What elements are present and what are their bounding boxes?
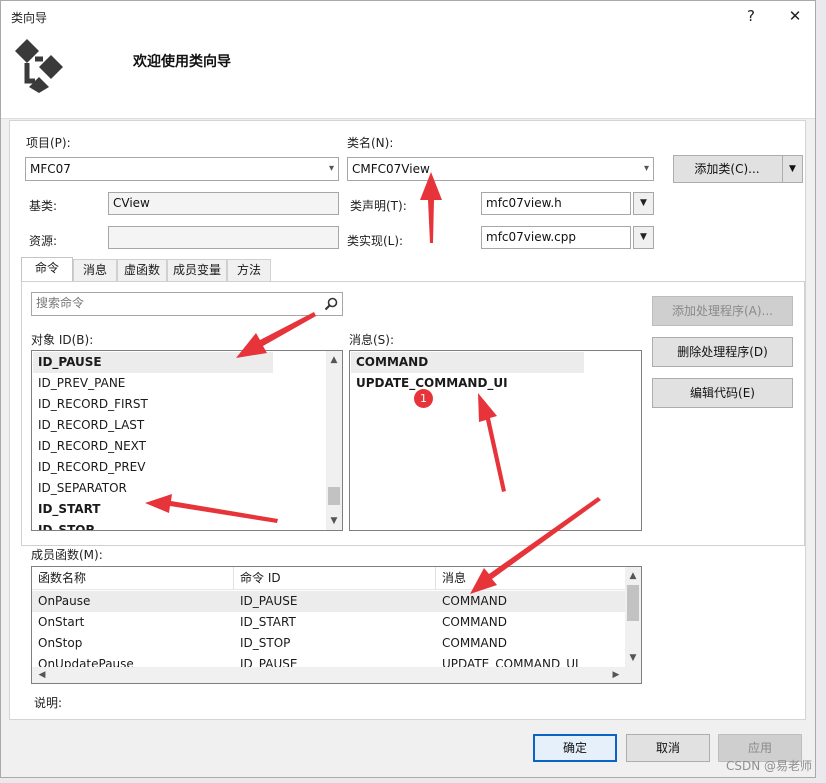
classname-label: 类名(N): [347, 136, 394, 150]
list-item[interactable]: ID_RECORD_NEXT [38, 436, 146, 457]
annotation-badge: 1 [414, 389, 433, 408]
project-label: 项目(P): [26, 136, 71, 150]
close-button[interactable]: ✕ [781, 5, 809, 27]
add-class-label: 添加类(C)... [694, 162, 760, 176]
base-label: 基类: [29, 199, 58, 213]
object-id-label: 对象 ID(B): [31, 333, 94, 347]
help-button[interactable]: ? [737, 5, 765, 27]
scroll-thumb[interactable] [328, 487, 340, 505]
tab-messages[interactable]: 消息 [73, 259, 117, 281]
messages-label: 消息(S): [349, 333, 395, 347]
title-bar: 类向导 ? ✕ [1, 1, 815, 31]
chevron-down-icon[interactable]: ▼ [782, 156, 802, 182]
search-placeholder: 搜索命令 [36, 296, 85, 310]
banner: 欢迎使用类向导 [1, 31, 815, 119]
column-header-command-id[interactable]: 命令 ID [234, 567, 436, 590]
base-class-field: CView [108, 192, 339, 215]
window-title: 类向导 [11, 11, 48, 25]
table-cell[interactable]: COMMAND [436, 591, 507, 612]
members-horizontal-scrollbar[interactable]: ◀ ▶ [32, 667, 641, 683]
list-item[interactable]: UPDATE_COMMAND_UI [356, 373, 508, 394]
list-item[interactable]: ID_SEPARATOR [38, 478, 127, 499]
classname-value: CMFC07View [352, 162, 430, 176]
chevron-down-icon[interactable]: ▼ [625, 650, 641, 666]
table-cell[interactable]: OnStart [32, 612, 84, 633]
class-wizard-logo-icon [15, 39, 63, 93]
member-functions-label: 成员函数(M): [31, 548, 103, 562]
table-cell[interactable]: ID_START [234, 612, 296, 633]
impl-label: 类实现(L): [347, 234, 404, 248]
chevron-down-icon: ▾ [328, 163, 334, 174]
decl-dropdown-button[interactable]: ▼ [633, 192, 654, 215]
resource-field [108, 226, 339, 249]
add-class-button[interactable]: 添加类(C)... ▼ [673, 155, 803, 183]
list-item[interactable]: ID_PAUSE [38, 352, 102, 373]
column-header-message[interactable]: 消息 [436, 567, 626, 590]
table-cell[interactable]: COMMAND [436, 612, 507, 633]
tab-commands[interactable]: 命令 [21, 257, 73, 282]
list-item[interactable]: ID_RECORD_PREV [38, 457, 145, 478]
table-cell[interactable]: OnPause [32, 591, 90, 612]
selection-highlight [32, 591, 625, 612]
class-wizard-dialog: 类向导 ? ✕ 欢迎使用类向导 项目(P): MFC07 ▾ 类名(N): CM… [0, 0, 816, 778]
scroll-thumb[interactable] [627, 585, 639, 621]
column-header-function-name[interactable]: 函数名称 [32, 567, 234, 590]
table-cell[interactable]: ID_PAUSE [234, 591, 297, 612]
chevron-up-icon[interactable]: ▲ [625, 568, 641, 584]
impl-dropdown-button[interactable]: ▼ [633, 226, 654, 249]
chevron-right-icon[interactable]: ▶ [608, 667, 624, 683]
delete-handler-button[interactable]: 删除处理程序(D) [652, 337, 793, 367]
welcome-heading: 欢迎使用类向导 [133, 54, 231, 70]
chevron-down-icon[interactable]: ▼ [326, 513, 342, 529]
project-combo[interactable]: MFC07 ▾ [25, 157, 339, 181]
list-item[interactable]: ID_START [38, 499, 101, 520]
list-item[interactable]: ID_STOP [38, 520, 94, 530]
cancel-button[interactable]: 取消 [626, 734, 710, 762]
classname-combo[interactable]: CMFC07View ▾ [347, 157, 654, 181]
watermark: CSDN @易老师 [725, 759, 812, 773]
list-item[interactable]: ID_RECORD_FIRST [38, 394, 148, 415]
object-id-listbox[interactable]: ID_PAUSE ID_PREV_PANE ID_RECORD_FIRST ID… [31, 350, 343, 531]
ok-button[interactable]: 确定 [533, 734, 617, 762]
list-item[interactable]: COMMAND [356, 352, 428, 373]
tab-methods[interactable]: 方法 [227, 259, 271, 281]
members-vertical-scrollbar[interactable]: ▲ ▼ [625, 567, 641, 667]
description-label: 说明: [34, 696, 63, 710]
add-handler-button[interactable]: 添加处理程序(A)... [652, 296, 793, 326]
impl-field[interactable]: mfc07view.cpp [481, 226, 631, 249]
object-id-scrollbar[interactable]: ▲ ▼ [326, 351, 342, 530]
tab-member-variables[interactable]: 成员变量 [167, 259, 227, 281]
table-cell[interactable]: ID_STOP [234, 633, 290, 654]
chevron-left-icon[interactable]: ◀ [34, 667, 50, 683]
chevron-up-icon[interactable]: ▲ [326, 352, 342, 368]
table-cell[interactable]: OnStop [32, 633, 82, 654]
tab-virtual-functions[interactable]: 虚函数 [117, 259, 167, 281]
search-input[interactable]: 搜索命令 [31, 292, 343, 316]
edit-code-button[interactable]: 编辑代码(E) [652, 378, 793, 408]
decl-label: 类声明(T): [350, 199, 407, 213]
decl-field[interactable]: mfc07view.h [481, 192, 631, 215]
list-item[interactable]: ID_PREV_PANE [38, 373, 125, 394]
chevron-down-icon: ▾ [643, 163, 649, 174]
messages-listbox[interactable]: COMMAND UPDATE_COMMAND_UI [349, 350, 642, 531]
search-icon[interactable] [324, 297, 338, 311]
resource-label: 资源: [29, 234, 58, 248]
project-value: MFC07 [30, 162, 71, 176]
member-functions-grid[interactable]: 函数名称 命令 ID 消息 OnPause ID_PAUSE COMMAND O… [31, 566, 642, 684]
table-cell[interactable]: COMMAND [436, 633, 507, 654]
list-item[interactable]: ID_RECORD_LAST [38, 415, 144, 436]
